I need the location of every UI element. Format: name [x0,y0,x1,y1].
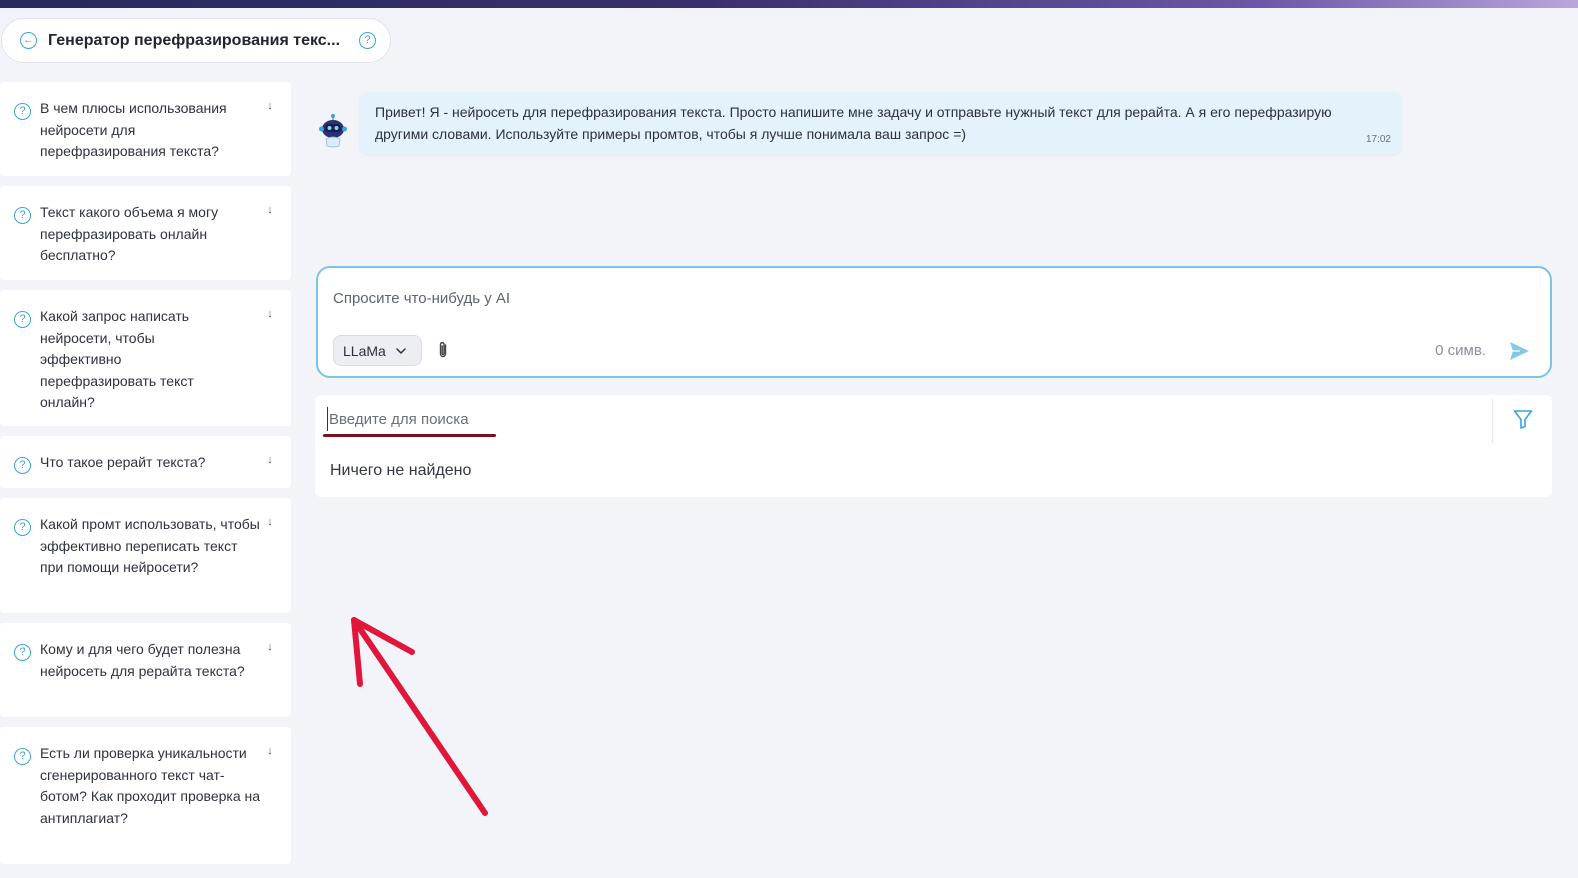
faq-item[interactable]: ? Какой промт использовать, чтобы эффект… [0,498,291,613]
expand-arrow-icon[interactable]: ↓ [263,100,277,162]
message-time: 17:02 [1365,134,1391,145]
filter-icon[interactable] [1512,408,1534,430]
model-select[interactable]: LLaMa [333,335,422,366]
question-circle-icon: ? [14,311,31,328]
prompt-search-panel: Ничего не найдено [315,395,1552,497]
top-gradient-bar [0,0,1578,8]
expand-arrow-icon[interactable]: ↓ [263,204,277,266]
question-circle-icon: ? [14,457,31,474]
page-title: Генератор перефразирования текс... [48,31,341,49]
expand-arrow-icon[interactable]: ↓ [263,516,277,599]
bot-message-text: Привет! Я - нейросеть для перефразирован… [375,104,1332,142]
faq-item[interactable]: ? Кому и для чего будет полезна нейросет… [0,623,291,717]
model-select-label: LLaMa [343,342,386,359]
search-underline-mark [323,434,496,437]
faq-question: Кому и для чего будет полезна нейросеть … [40,641,245,679]
faq-question: Какой запрос написать нейросети, чтобы э… [40,308,194,410]
faq-item[interactable]: ? Есть ли проверка уникальности сгенерир… [0,727,291,864]
question-circle-icon: ? [14,519,31,536]
expand-arrow-icon[interactable]: ↓ [263,641,277,703]
faq-question: Есть ли проверка уникальности сгенериров… [40,745,261,826]
question-circle-icon: ? [14,207,31,224]
search-input[interactable] [327,407,727,431]
faq-question: Какой промт использовать, чтобы эффектив… [40,516,260,575]
faq-item[interactable]: ? Текст какого объема я могу перефразиро… [0,186,291,280]
question-circle-icon: ? [14,644,31,661]
paperclip-icon[interactable] [435,340,451,360]
no-results-text: Ничего не найдено [330,462,472,479]
bot-message: Привет! Я - нейросеть для перефразирован… [360,92,1401,154]
faq-item[interactable]: ? В чем плюсы использования нейросети дл… [0,82,291,176]
divider [1492,399,1493,443]
expand-arrow-icon[interactable]: ↓ [263,454,277,474]
expand-arrow-icon[interactable]: ↓ [263,745,277,850]
page-title-bar: ← Генератор перефразирования текс... ? [1,18,391,63]
robot-avatar-icon [319,114,347,148]
faq-question: Текст какого объема я могу перефразирова… [40,204,219,263]
ask-input[interactable] [333,286,1433,310]
question-circle-icon: ? [14,748,31,765]
expand-arrow-icon[interactable]: ↓ [263,308,277,412]
annotation-arrow [351,617,488,816]
send-icon[interactable] [1508,340,1530,362]
faq-question: В чем плюсы использования нейросети для … [40,100,227,159]
faq-item[interactable]: ? Что такое рерайт текста? ↓ [0,436,291,488]
question-circle-icon[interactable]: ? [359,32,376,49]
char-counter: 0 симв. [1435,342,1486,359]
faq-question: Что такое рерайт текста? [40,454,206,470]
faq-item[interactable]: ? Какой запрос написать нейросети, чтобы… [0,290,291,426]
question-circle-icon: ? [14,103,31,120]
arrow-left-circle-icon[interactable]: ← [20,32,37,49]
message-composer: LLaMa 0 симв. [316,266,1552,378]
chevron-down-icon [396,347,406,354]
